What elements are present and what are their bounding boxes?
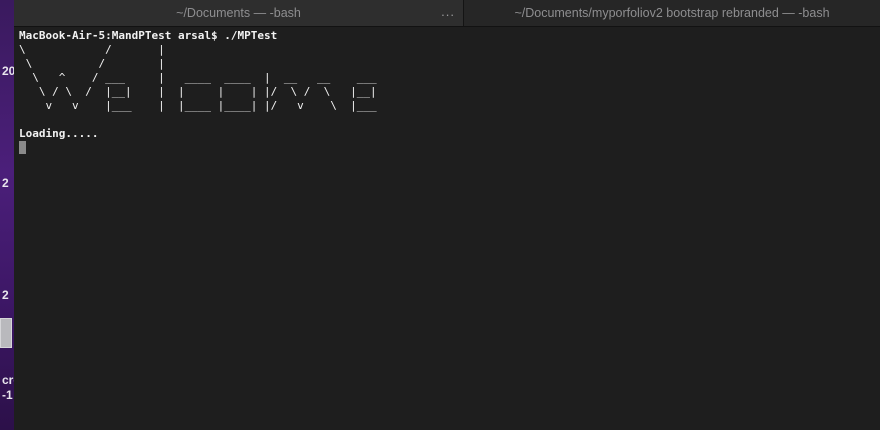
ascii-art-line: \ / |: [19, 57, 165, 70]
ascii-art-line: \ / |: [19, 43, 165, 56]
tab-label: ~/Documents — -bash: [176, 6, 301, 20]
tab-label: ~/Documents/myporfoliov2 bootstrap rebra…: [514, 6, 830, 20]
terminal-cursor: [19, 141, 26, 154]
tab-portfolio-bash[interactable]: ~/Documents/myporfoliov2 bootstrap rebra…: [463, 0, 880, 26]
loading-text: Loading.....: [19, 127, 99, 140]
desktop-background: 20 2 2 cre -1: [0, 0, 14, 430]
desktop-window-thumbnail[interactable]: [0, 318, 12, 348]
tab-documents-bash[interactable]: ~/Documents — -bash ...: [14, 0, 463, 26]
desktop-fragment: -1: [2, 388, 13, 402]
ascii-art-line: \ / \ / |__| | | | | |/ \ / \ |__|: [19, 85, 377, 98]
desktop-fragment: 2: [2, 176, 9, 190]
desktop-fragment: 2: [2, 288, 9, 302]
desktop-fragment: cre: [2, 373, 14, 387]
ascii-art-line: \ ^ / ___ | ____ ____ | __ __ ___: [19, 71, 377, 84]
tab-bar: ~/Documents — -bash ... ~/Documents/mypo…: [14, 0, 880, 27]
terminal-output[interactable]: MacBook-Air-5:MandPTest arsal$ ./MPTest …: [19, 29, 377, 154]
command-prompt-line: MacBook-Air-5:MandPTest arsal$ ./MPTest: [19, 29, 278, 42]
terminal-window: ~/Documents — -bash ... ~/Documents/mypo…: [14, 0, 880, 430]
tab-overflow-icon[interactable]: ...: [441, 4, 455, 19]
desktop-fragment: 20: [2, 64, 14, 78]
ascii-art-line: v v |___ | |____ |____| |/ v \ |___: [19, 99, 377, 112]
